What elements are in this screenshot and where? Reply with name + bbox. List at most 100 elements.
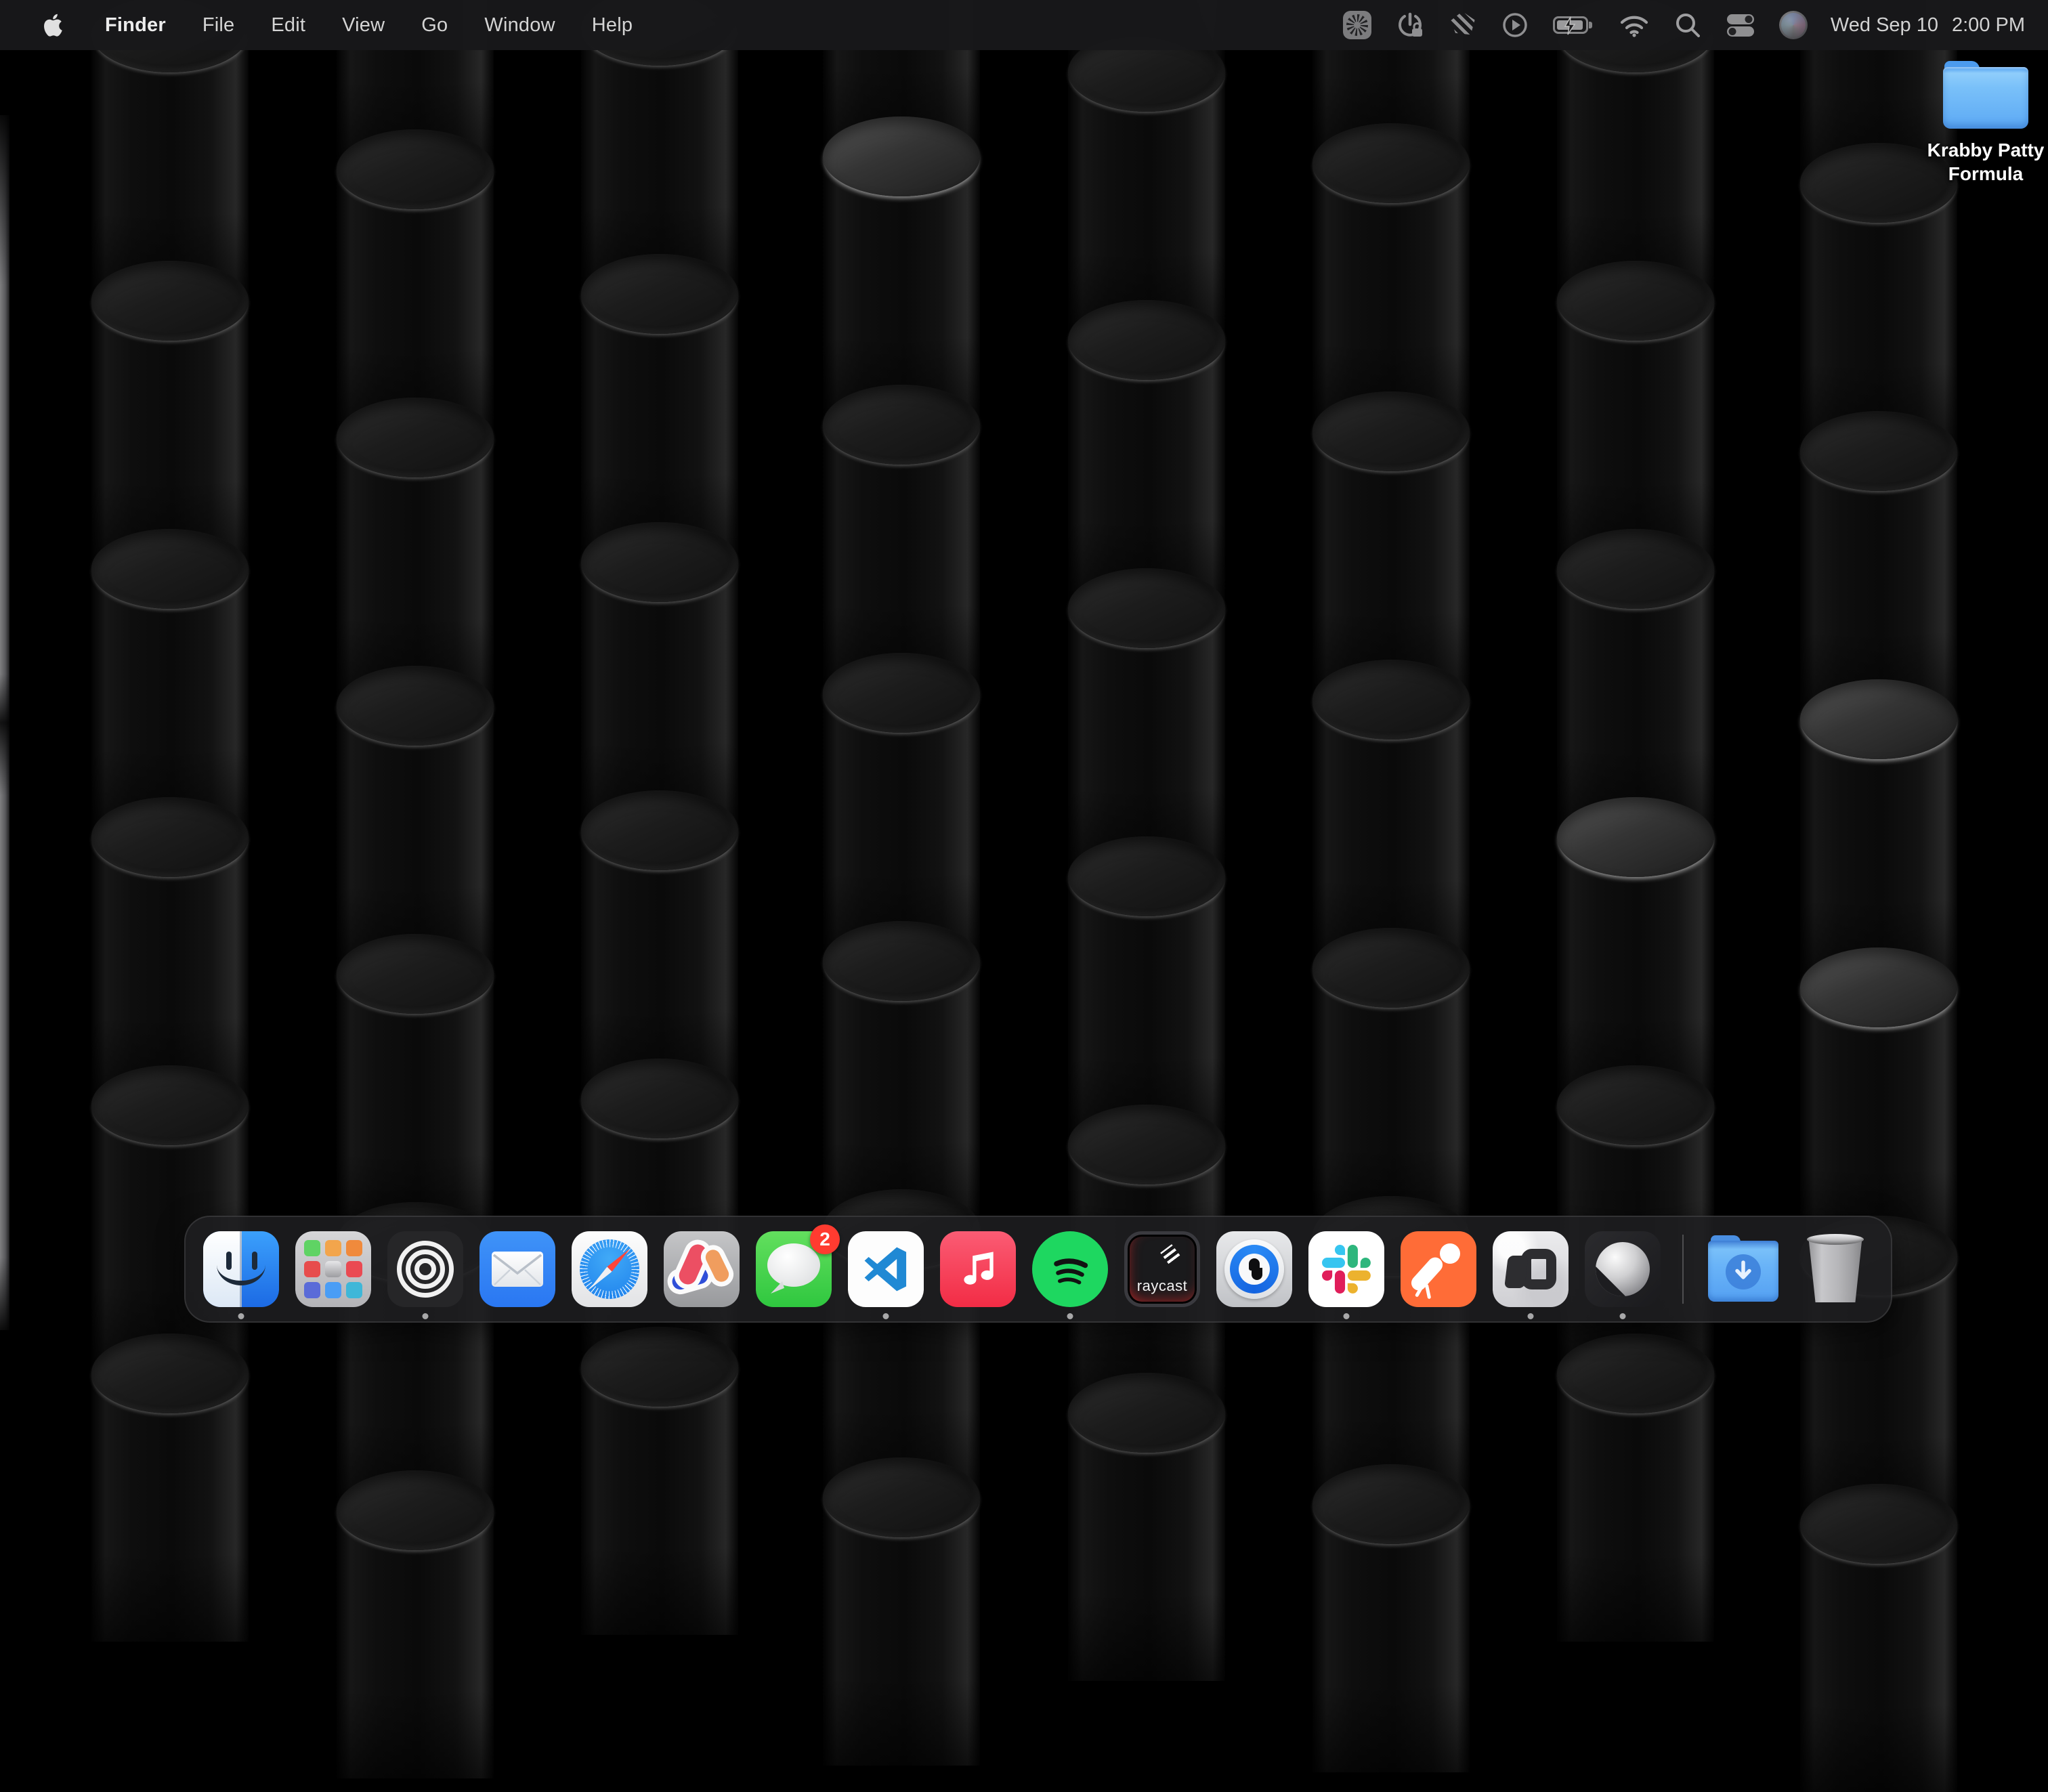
- cylinder-cap: [581, 1327, 738, 1407]
- dock-item-concentric-rings-app[interactable]: [387, 1231, 463, 1307]
- cylinder-cap: [1557, 797, 1714, 877]
- cylinder-base-shadow: [337, 1690, 494, 1778]
- menu-item-edit[interactable]: Edit: [253, 14, 324, 36]
- cylinder-cap: [337, 129, 494, 209]
- cylinder-cap: [337, 1470, 494, 1550]
- menu-item-finder[interactable]: Finder: [87, 14, 184, 36]
- wallpaper-cylinder-column: [1800, 0, 1957, 1330]
- running-indicator: [1067, 1313, 1073, 1319]
- dock-item-raycast[interactable]: raycast: [1124, 1231, 1200, 1307]
- cylinder-cap: [1313, 391, 1470, 471]
- cylinder-cap: [823, 653, 980, 733]
- cylinder-shaft: [581, 1367, 738, 1635]
- cylinder-cap: [581, 790, 738, 870]
- running-indicator: [238, 1313, 244, 1319]
- dock-item-linear[interactable]: [1585, 1231, 1661, 1307]
- cylinder-cap: [823, 921, 980, 1001]
- cylinder-shaft: [337, 1510, 494, 1778]
- menu-item-go[interactable]: Go: [403, 14, 466, 36]
- notification-badge: 2: [810, 1224, 840, 1254]
- dock-item-arc-browser[interactable]: [664, 1231, 740, 1307]
- wallpaper-cylinder-column: [1557, 0, 1714, 1330]
- cylinder-base-shadow: [823, 1678, 980, 1766]
- cylinder-base-shadow: [1313, 1684, 1470, 1772]
- menu-item-file[interactable]: File: [184, 14, 253, 36]
- cylinder-base-shadow: [581, 1547, 738, 1635]
- desktop-folder-krabby-patty-formula[interactable]: Krabby Patty Formula: [1911, 61, 2048, 186]
- cylinder-cap: [337, 666, 494, 746]
- dock-item-apple-music[interactable]: [940, 1231, 1016, 1307]
- burst-app-icon[interactable]: [1343, 11, 1371, 39]
- desktop-folder-label: Krabby Patty Formula: [1911, 138, 2048, 186]
- cylinder-cap: [337, 398, 494, 477]
- running-indicator: [1344, 1313, 1350, 1319]
- cylinder-cap: [823, 1457, 980, 1537]
- raycast-icon-text: raycast: [1128, 1277, 1197, 1295]
- cylinder-cap: [91, 529, 249, 609]
- dock-item-slack[interactable]: [1308, 1231, 1384, 1307]
- dock-item-finder[interactable]: [203, 1231, 279, 1307]
- cylinder-shaft: [1557, 1373, 1714, 1642]
- cylinder-cap: [581, 254, 738, 334]
- dock-item-trash[interactable]: [1797, 1231, 1873, 1307]
- running-indicator: [1528, 1313, 1534, 1319]
- dock-item-postman[interactable]: [1401, 1231, 1476, 1307]
- menu-item-window[interactable]: Window: [466, 14, 573, 36]
- menu-bar-clock[interactable]: Wed Sep 10 2:00 PM: [1831, 14, 2025, 37]
- spotlight-search-icon[interactable]: [1673, 11, 1702, 39]
- dock-item-spotify[interactable]: [1032, 1231, 1108, 1307]
- running-indicator: [423, 1313, 429, 1319]
- now-playing-icon[interactable]: [1500, 10, 1530, 40]
- dock-item-launchpad[interactable]: [295, 1231, 371, 1307]
- menu-bar-date: Wed Sep 10: [1831, 14, 1938, 37]
- striped-flag-icon[interactable]: [1449, 11, 1477, 39]
- dock-divider: [1682, 1235, 1684, 1304]
- cylinder-cap: [1313, 928, 1470, 1008]
- menu-bar: FinderFileEditViewGoWindowHelp Wed Sep 1…: [0, 0, 2048, 50]
- menu-bar-left: FinderFileEditViewGoWindowHelp: [28, 12, 651, 39]
- battery-charging-icon[interactable]: [1553, 15, 1595, 35]
- cylinder-cap: [91, 261, 249, 341]
- cylinder-cap: [1068, 836, 1225, 916]
- cylinder-cap: [1800, 679, 1957, 759]
- wallpaper-cylinder-column: [823, 0, 980, 1330]
- cylinder-cap: [1068, 300, 1225, 380]
- dock-item-vscode[interactable]: [848, 1231, 924, 1307]
- dock-item-messages[interactable]: 2: [756, 1231, 832, 1307]
- cylinder-cap: [1800, 947, 1957, 1027]
- cylinder-cap: [1557, 1065, 1714, 1145]
- siri-icon[interactable]: [1779, 11, 1808, 39]
- cylinder-cap: [1313, 123, 1470, 203]
- cylinder-cap: [91, 1334, 249, 1413]
- cylinder-cap: [1800, 411, 1957, 491]
- cylinder-cap: [581, 522, 738, 602]
- dock-item-safari[interactable]: [572, 1231, 647, 1307]
- cylinder-cap: [1557, 1334, 1714, 1413]
- control-center-icon[interactable]: [1725, 9, 1756, 41]
- dock-item-1password[interactable]: [1216, 1231, 1292, 1307]
- cylinder-cap: [581, 1059, 738, 1138]
- dock-item-overlapping-squares-app[interactable]: [1493, 1231, 1569, 1307]
- wifi-icon[interactable]: [1618, 12, 1650, 39]
- wallpaper-cylinder-column: [1068, 0, 1225, 1330]
- cylinder-cap: [1557, 261, 1714, 341]
- dock-item-mail[interactable]: [479, 1231, 555, 1307]
- apple-menu-icon[interactable]: [28, 12, 76, 39]
- dock: 2 raycast: [184, 1216, 1892, 1323]
- menu-item-view[interactable]: View: [324, 14, 403, 36]
- cylinder-shaft: [91, 1373, 249, 1642]
- cylinder-cap: [91, 797, 249, 877]
- cylinder-cap: [337, 934, 494, 1014]
- folder-icon: [1943, 61, 2028, 129]
- power-lock-icon[interactable]: [1394, 9, 1426, 41]
- folder-body: [1943, 67, 2028, 129]
- dock-item-downloads-folder[interactable]: [1705, 1231, 1781, 1307]
- wallpaper-edge-cylinder: [0, 115, 9, 1330]
- cylinder-base-shadow: [1800, 1704, 1957, 1792]
- macos-desktop: { "menu_bar": { "active_app": "Finder", …: [0, 0, 2048, 1330]
- cylinder-base-shadow: [91, 1554, 249, 1642]
- desktop-wallpaper: [0, 0, 2048, 1330]
- status-icons: [1343, 9, 1808, 41]
- cylinder-base-shadow: [1068, 1593, 1225, 1681]
- menu-item-help[interactable]: Help: [574, 14, 651, 36]
